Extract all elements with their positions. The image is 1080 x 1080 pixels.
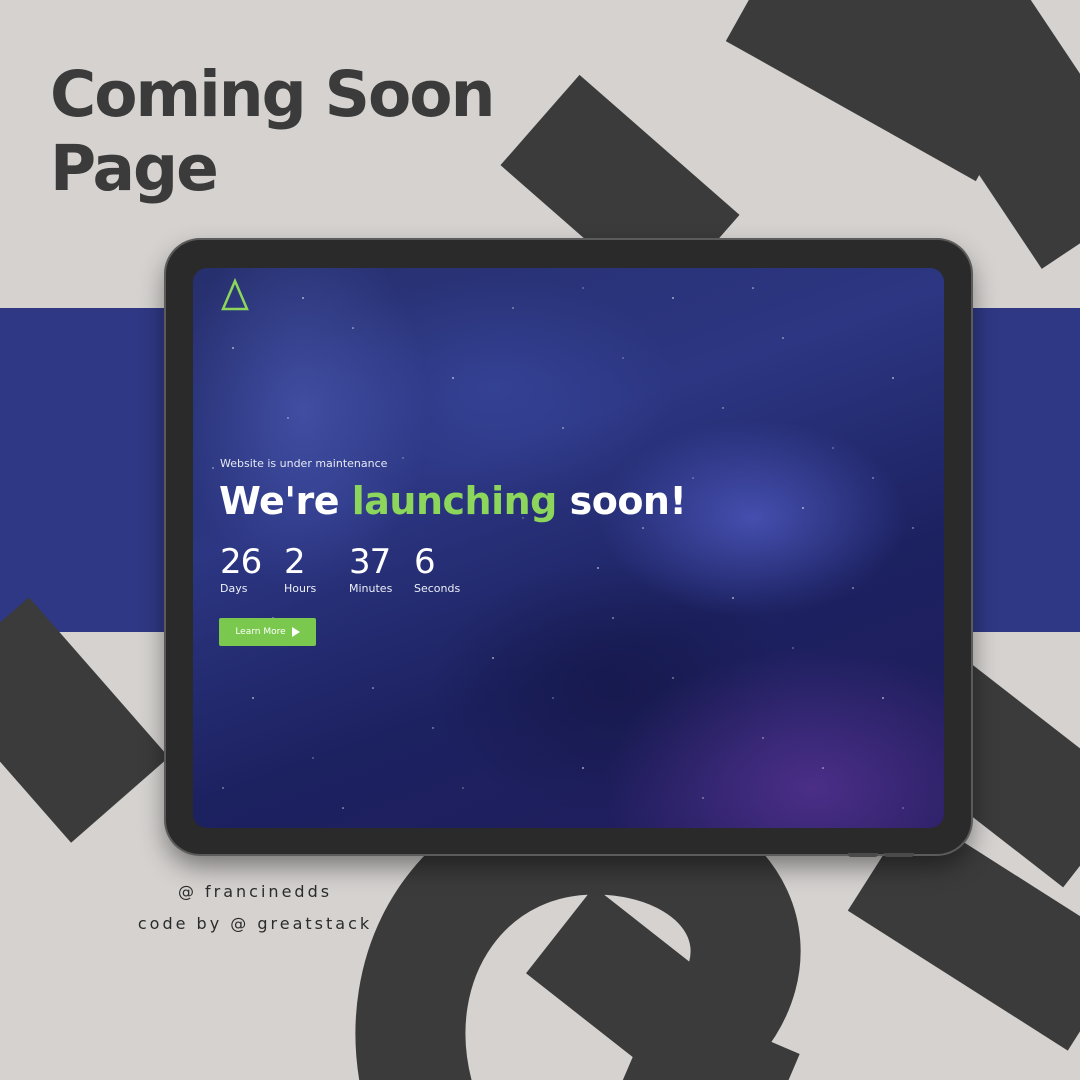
design-credit: @ francinedds	[177, 882, 333, 901]
poster-title-line2: Page	[50, 132, 219, 205]
maintenance-subtitle: Website is under maintenance	[220, 457, 388, 470]
poster-title-line1: Coming Soon	[50, 58, 495, 131]
countdown-label: Seconds	[414, 582, 461, 595]
tablet-button	[848, 853, 878, 857]
countdown-days: 26 Days	[220, 542, 262, 596]
countdown-label: Days	[220, 582, 248, 595]
countdown-label: Hours	[284, 582, 317, 595]
headline-post: soon!	[569, 479, 687, 523]
play-icon	[291, 627, 300, 637]
learn-more-button[interactable]: Learn More	[219, 618, 316, 646]
countdown-label: Minutes	[349, 582, 393, 595]
headline-accent: launching	[351, 479, 558, 523]
poster-title: Coming Soon Page	[50, 58, 495, 206]
triangle-logo-icon[interactable]	[220, 278, 250, 312]
countdown-hours: 2 Hours	[284, 542, 316, 596]
website-screen: Website is under maintenance We're launc…	[193, 268, 944, 828]
countdown-value: 37	[349, 542, 391, 582]
headline-pre: We're	[219, 479, 339, 523]
countdown-minutes: 37 Minutes	[349, 542, 392, 596]
launch-headline: We're launching soon!	[219, 476, 687, 526]
learn-more-label: Learn More	[235, 627, 286, 637]
tablet-button	[884, 853, 914, 857]
countdown-value: 2	[284, 542, 306, 582]
countdown-value: 26	[220, 542, 262, 582]
countdown-seconds: 6 Seconds	[414, 542, 460, 596]
code-credit: code by @ greatstack	[137, 914, 373, 933]
countdown-value: 6	[414, 542, 436, 582]
